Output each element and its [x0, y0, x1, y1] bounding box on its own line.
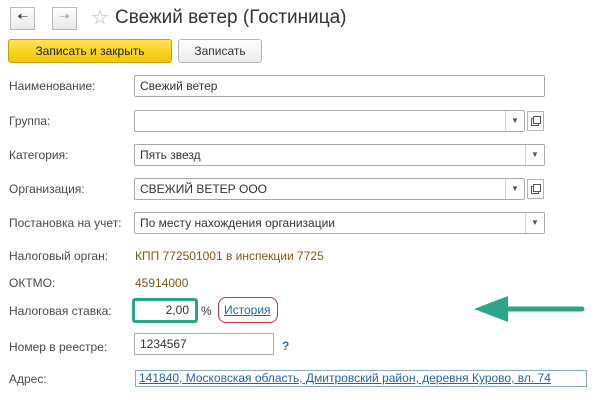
percent-sign: % — [201, 304, 212, 318]
organization-dropdown-button[interactable]: ▼ — [505, 179, 524, 199]
arrow-right-icon: 🠢 — [58, 8, 71, 24]
arrow-left-icon: 🠠 — [16, 8, 29, 24]
registry-number-field[interactable]: 1234567 — [134, 333, 274, 355]
forward-button[interactable]: 🠢 — [52, 7, 77, 30]
name-label: Наименование: — [9, 79, 96, 93]
category-value: Пять звезд — [140, 148, 201, 162]
tax-authority-value: КПП 772501001 в инспекции 7725 — [135, 249, 324, 263]
save-and-close-button[interactable]: Записать и закрыть — [8, 39, 172, 63]
registration-dropdown-button[interactable]: ▼ — [525, 213, 544, 233]
tax-rate-label: Налоговая ставка: — [9, 304, 112, 318]
oktmo-value: 45914000 — [135, 276, 189, 290]
tax-rate-highlight: 2,00 — [132, 298, 198, 323]
registration-field[interactable]: По месту нахождения организации ▼ — [134, 212, 545, 234]
annotation-arrow-icon — [474, 296, 585, 322]
history-link[interactable]: История — [224, 303, 271, 317]
category-field[interactable]: Пять звезд ▼ — [134, 144, 545, 166]
registry-number-value: 1234567 — [140, 337, 187, 351]
page-title: Свежий ветер (Гостиница) — [115, 7, 347, 28]
chevron-down-icon: ▼ — [511, 116, 519, 125]
group-field[interactable]: ▼ — [134, 110, 525, 132]
chevron-down-icon: ▼ — [531, 150, 539, 159]
address-link[interactable]: 141840, Московская область, Дмитровский … — [139, 371, 551, 385]
group-dropdown-button[interactable]: ▼ — [505, 111, 524, 131]
organization-open-button[interactable] — [527, 179, 544, 199]
address-label: Адрес: — [9, 372, 47, 386]
registration-value: По месту нахождения организации — [140, 216, 336, 230]
help-icon[interactable]: ? — [282, 339, 289, 353]
chevron-down-icon: ▼ — [531, 218, 539, 227]
name-value: Свежий ветер — [140, 79, 218, 93]
open-icon — [530, 116, 541, 126]
registration-label: Постановка на учет: — [9, 216, 122, 230]
organization-value: СВЕЖИЙ ВЕТЕР ООО — [140, 182, 268, 196]
address-field[interactable]: 141840, Московская область, Дмитровский … — [135, 370, 587, 387]
registry-number-label: Номер в реестре: — [9, 340, 108, 354]
oktmo-label: ОКТМО: — [9, 276, 56, 290]
group-label: Группа: — [9, 114, 51, 128]
save-button[interactable]: Записать — [178, 39, 262, 63]
category-dropdown-button[interactable]: ▼ — [525, 145, 544, 165]
tax-rate-input[interactable]: 2,00 — [138, 303, 192, 318]
organization-field[interactable]: СВЕЖИЙ ВЕТЕР ООО ▼ — [134, 178, 525, 200]
tax-authority-label: Налоговый орган: — [9, 249, 109, 263]
name-field[interactable]: Свежий ветер — [134, 75, 545, 97]
category-label: Категория: — [9, 148, 69, 162]
open-icon — [530, 184, 541, 194]
organization-label: Организация: — [9, 182, 85, 196]
chevron-down-icon: ▼ — [511, 184, 519, 193]
group-open-button[interactable] — [527, 111, 544, 131]
back-button[interactable]: 🠠 — [10, 7, 35, 30]
star-icon[interactable]: ☆ — [91, 5, 109, 30]
